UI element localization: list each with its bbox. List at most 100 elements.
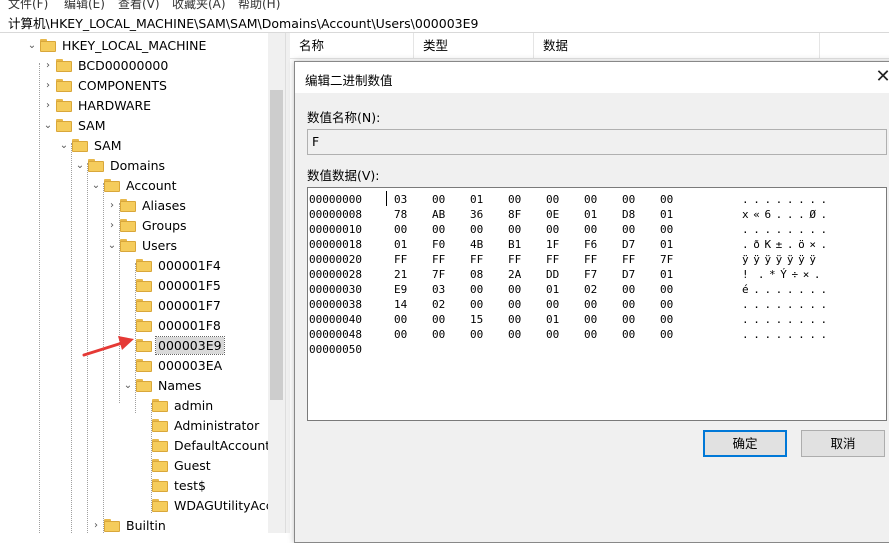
menu-edit[interactable]: 编辑(E) [64,0,105,10]
chevron-right-icon[interactable]: › [88,515,104,533]
hex-byte[interactable]: 00 [584,222,597,237]
hex-byte[interactable]: 00 [584,192,597,207]
hex-byte[interactable]: 00 [622,192,635,207]
chevron-down-icon[interactable]: ⌄ [24,35,40,55]
hex-byte[interactable]: 00 [622,327,635,342]
tree-item[interactable]: › COMPONENTS [40,75,169,95]
tree-item[interactable]: › Aliases [104,195,188,215]
hex-byte[interactable]: D8 [622,207,635,222]
close-icon[interactable]: ✕ [871,67,889,89]
hex-byte[interactable]: F7 [584,267,597,282]
hex-byte[interactable]: FF [470,252,483,267]
hex-byte[interactable]: 00 [432,192,445,207]
hex-byte[interactable]: 00 [470,222,483,237]
hex-byte[interactable]: 00 [432,312,445,327]
hex-byte[interactable]: 00 [584,312,597,327]
hex-byte[interactable]: 00 [584,327,597,342]
hex-byte[interactable]: 00 [622,222,635,237]
hex-byte[interactable]: 00 [394,222,407,237]
hex-byte[interactable]: 00 [546,222,559,237]
hex-byte[interactable]: D7 [622,237,635,252]
chevron-right-icon[interactable]: › [104,215,120,235]
hex-byte[interactable]: FF [584,252,597,267]
tree-item[interactable]: test$ [136,475,208,495]
hex-byte[interactable]: 02 [432,297,445,312]
tree-item[interactable]: ⌄ HKEY_LOCAL_MACHINE [24,35,208,55]
tree-item[interactable]: › HARDWARE [40,95,153,115]
chevron-right-icon[interactable]: › [104,195,120,215]
hex-byte[interactable]: 01 [546,282,559,297]
hex-byte[interactable]: 00 [546,297,559,312]
hex-byte[interactable]: FF [394,252,407,267]
hex-byte[interactable]: 01 [660,207,673,222]
chevron-down-icon[interactable]: ⌄ [72,155,88,175]
ok-button[interactable]: 确定 [703,430,787,457]
hex-byte[interactable]: 00 [660,312,673,327]
hex-byte[interactable]: 36 [470,207,483,222]
hex-byte[interactable]: 00 [622,282,635,297]
hex-editor[interactable]: 00000000 03 00 01 00 00 00 00 00........ 00000008… [307,187,887,421]
tree-item[interactable]: DefaultAccount [136,435,272,455]
hex-byte[interactable]: 14 [394,297,407,312]
hex-byte[interactable]: 15 [470,312,483,327]
hex-byte[interactable]: DD [546,267,559,282]
hex-byte[interactable]: F6 [584,237,597,252]
tree-item[interactable]: 000001F7 [120,295,223,315]
chevron-down-icon[interactable]: ⌄ [88,175,104,195]
hex-byte[interactable]: FF [432,252,445,267]
menu-file[interactable]: 文件(F) [8,0,48,10]
hex-byte[interactable]: FF [622,252,635,267]
hex-byte[interactable]: 00 [660,222,673,237]
hex-byte[interactable]: 00 [508,312,521,327]
pane-splitter[interactable] [285,33,290,533]
hex-byte[interactable]: 00 [432,222,445,237]
cancel-button[interactable]: 取消 [801,430,885,457]
chevron-down-icon[interactable]: ⌄ [40,115,56,135]
menu-help[interactable]: 帮助(H) [238,0,280,10]
chevron-down-icon[interactable]: ⌄ [104,235,120,255]
column-name[interactable]: 名称 [290,33,414,58]
hex-byte[interactable]: 00 [584,297,597,312]
hex-byte[interactable]: 00 [508,282,521,297]
hex-byte[interactable]: 00 [660,327,673,342]
tree-item[interactable]: › Builtin [88,515,168,533]
dialog-titlebar[interactable]: 编辑二进制数值 ✕ [295,62,889,93]
chevron-right-icon[interactable]: › [40,75,56,95]
hex-byte[interactable]: 2A [508,267,521,282]
hex-byte[interactable]: F0 [432,237,445,252]
hex-byte[interactable]: 03 [432,282,445,297]
hex-byte[interactable]: E9 [394,282,407,297]
hex-byte[interactable]: 00 [546,192,559,207]
hex-byte[interactable]: 8F [508,207,521,222]
tree-item[interactable]: WDAGUtilityAccount [136,495,285,515]
hex-byte[interactable]: 4B [470,237,483,252]
hex-byte[interactable]: 00 [432,327,445,342]
hex-byte[interactable]: 00 [622,312,635,327]
chevron-right-icon[interactable]: › [40,95,56,115]
tree-item[interactable]: ⌄ Users [104,235,179,255]
hex-byte[interactable]: B1 [508,237,521,252]
hex-byte[interactable]: 03 [394,192,407,207]
tree-item[interactable]: ⌄ Names [120,375,203,395]
hex-byte[interactable]: 7F [660,252,673,267]
tree-item[interactable]: ⌄ SAM [56,135,124,155]
hex-byte[interactable]: 01 [660,237,673,252]
hex-byte[interactable]: 00 [546,327,559,342]
hex-byte[interactable]: 7F [432,267,445,282]
hex-byte[interactable]: 00 [508,192,521,207]
tree-item[interactable]: 000001F4 [120,255,223,275]
hex-byte[interactable]: 00 [470,327,483,342]
tree-item[interactable]: ⌄ Account [88,175,178,195]
chevron-down-icon[interactable]: ⌄ [56,135,72,155]
column-type[interactable]: 类型 [414,33,534,58]
hex-byte[interactable]: 00 [470,282,483,297]
hex-byte[interactable]: 21 [394,267,407,282]
hex-byte[interactable]: 00 [508,222,521,237]
hex-byte[interactable]: 01 [394,237,407,252]
hex-byte[interactable]: FF [508,252,521,267]
hex-byte[interactable]: 0E [546,207,559,222]
tree-item[interactable]: › BCD00000000 [40,55,170,75]
value-name-field[interactable]: F [307,129,887,155]
hex-byte[interactable]: 01 [546,312,559,327]
hex-byte[interactable]: FF [546,252,559,267]
